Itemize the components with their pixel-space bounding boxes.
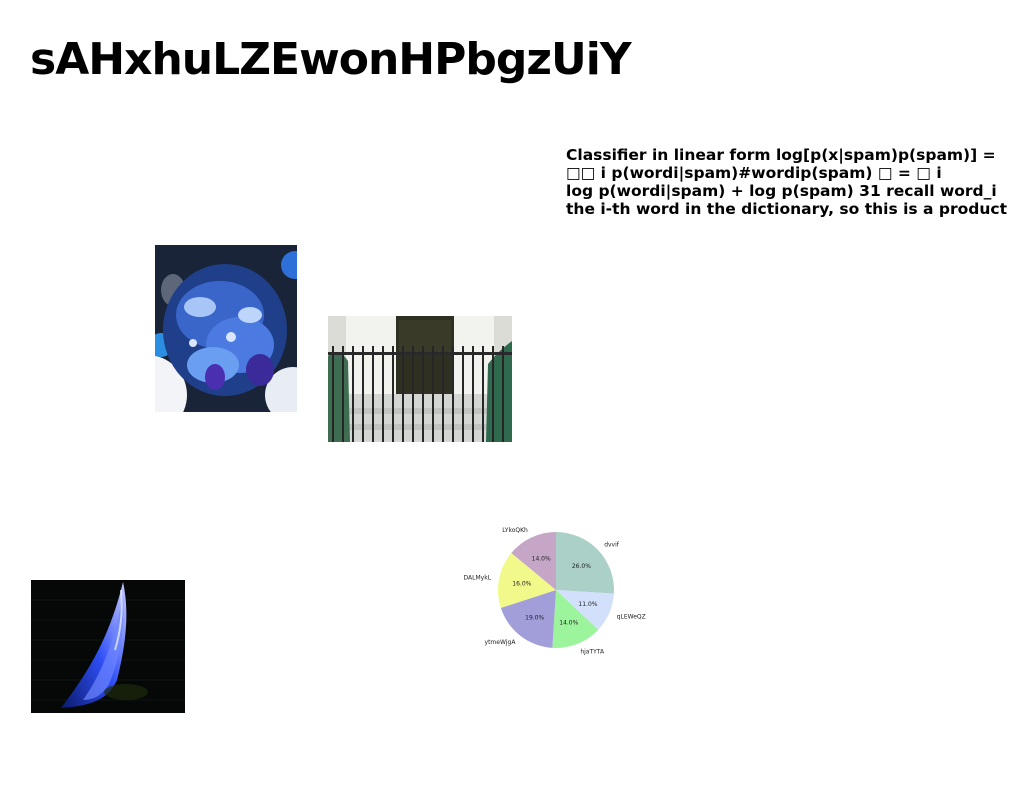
- text-line: log p(wordi|spam) + log p(spam) 31 recal…: [566, 182, 997, 200]
- pie-value-label: 16.0%: [512, 580, 531, 587]
- pie-value-label: 14.0%: [559, 619, 578, 626]
- text-line: □□ i p(wordi|spam)#wordip(spam) □ = □ i: [566, 164, 942, 182]
- pie-category-label: DALMykL: [464, 575, 492, 582]
- page-title: sAHxhuLZEwonHPbgzUiY: [30, 34, 632, 85]
- text-line: the i-th word in the dictionary, so this…: [566, 200, 1007, 218]
- pie-value-label: 14.0%: [532, 556, 551, 563]
- pie-category-label: qLEWeQZ: [617, 613, 646, 620]
- body-text: Classifier in linear form log[p(x|spam)p…: [566, 146, 1024, 218]
- pie-category-label: hjaTYTA: [580, 648, 605, 655]
- pie-value-label: 19.0%: [525, 614, 544, 621]
- food-photo: [155, 245, 297, 412]
- pie-category-label: dvvif: [604, 542, 620, 549]
- pie-value-label: 11.0%: [578, 601, 597, 608]
- pie-category-label: ytmeWjgA: [485, 639, 517, 646]
- pie-value-label: 26.0%: [572, 563, 591, 570]
- doorway-photo: [328, 316, 512, 442]
- text-line: Classifier in linear form log[p(x|spam)p…: [566, 146, 996, 164]
- pie-chart: 26.0% dvvif 11.0% qLEWeQZ 14.0% hjaTYTA 19.0% y…: [464, 527, 646, 655]
- flame-photo: [31, 580, 185, 713]
- pie-category-label: LYkoQKh: [502, 527, 528, 534]
